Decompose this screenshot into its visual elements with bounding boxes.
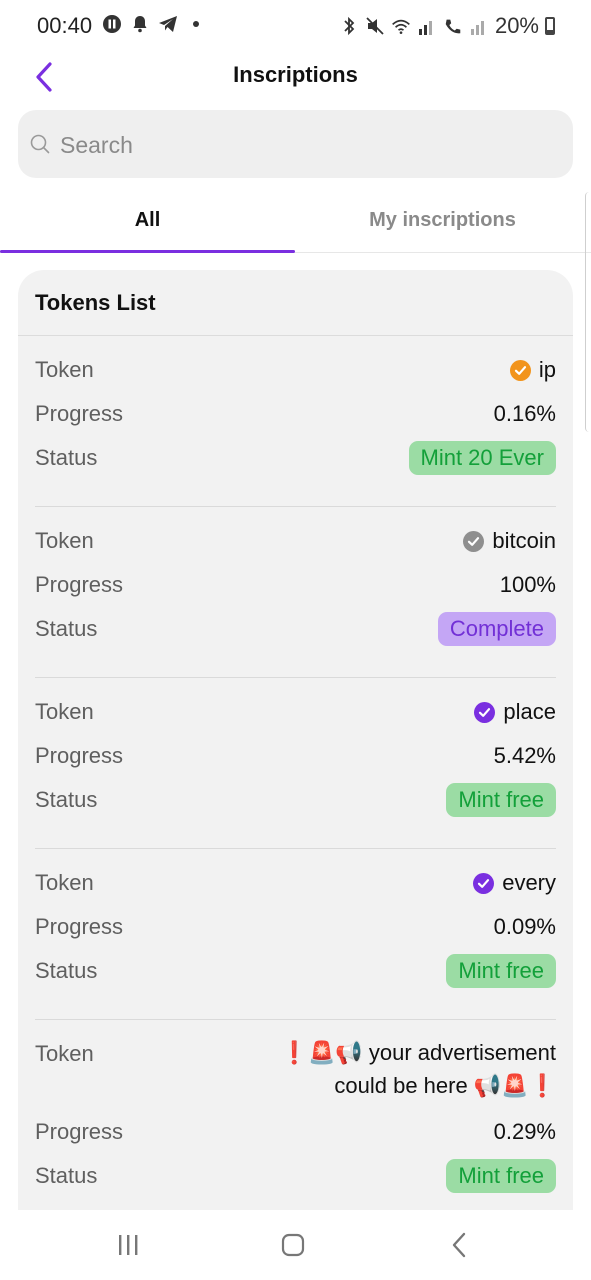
- progress-label: Progress: [35, 914, 124, 939]
- telegram-icon: [158, 14, 178, 34]
- token-label: Token: [35, 357, 94, 382]
- status-left-icons: [102, 14, 206, 34]
- token-name-text: ip: [538, 357, 556, 382]
- token-name-text: every: [502, 870, 556, 895]
- token-item[interactable]: Token ip Progress 0.16% Status Mint 20 E…: [35, 336, 556, 507]
- wifi-calling-icon: [443, 16, 463, 36]
- notification-bell-icon: [130, 14, 150, 34]
- status-badge: Mint free: [446, 954, 556, 988]
- token-item[interactable]: Token place Progress 5.42% Status Mint f…: [35, 678, 556, 849]
- search-icon: [30, 134, 50, 154]
- progress-value: 0.09%: [493, 914, 556, 939]
- status-time: 00:40: [37, 13, 93, 38]
- token-name-text: ❗🚨📢 your advertisement could be here 📢🚨❗: [280, 1040, 556, 1098]
- recent-apps-icon: [119, 1235, 138, 1255]
- tab-bar: All My inscriptions: [0, 192, 591, 253]
- app-bar: Inscriptions: [0, 52, 591, 100]
- status-label: Status: [35, 445, 98, 470]
- token-item[interactable]: Token bitcoin Progress 100% Status Compl…: [35, 507, 556, 678]
- progress-value: 5.42%: [493, 743, 556, 768]
- progress-value: 0.29%: [493, 1119, 556, 1144]
- tokens-list-title: Tokens List: [35, 290, 156, 315]
- status-bar: 00:40 20%: [0, 0, 591, 52]
- token-label: Token: [35, 528, 94, 553]
- progress-label: Progress: [35, 743, 124, 768]
- signal-2-icon: [469, 16, 489, 36]
- status-label: Status: [35, 1163, 98, 1188]
- token-label: Token: [35, 870, 94, 895]
- system-back-button[interactable]: [430, 1230, 490, 1260]
- purple-check-icon: [473, 872, 495, 894]
- gray-check-icon: [463, 530, 485, 552]
- search-bar[interactable]: [18, 110, 573, 180]
- mute-icon: [365, 16, 385, 36]
- tab-all[interactable]: All: [0, 192, 295, 252]
- tab-my-inscriptions[interactable]: My inscriptions: [295, 192, 590, 252]
- token-name: ip: [509, 352, 556, 388]
- status-badge: Mint free: [446, 783, 556, 817]
- token-name: bitcoin: [463, 523, 556, 559]
- recent-apps-button[interactable]: [98, 1230, 158, 1260]
- token-label: Token: [35, 699, 94, 724]
- side-edge-handle[interactable]: [585, 192, 591, 432]
- home-icon: [281, 1233, 305, 1257]
- status-label: Status: [35, 616, 98, 641]
- bluetooth-icon: [339, 16, 359, 36]
- progress-label: Progress: [35, 1119, 124, 1144]
- back-arrow-icon: [452, 1232, 466, 1258]
- purple-check-icon: [474, 701, 496, 723]
- progress-label: Progress: [35, 572, 124, 597]
- token-item[interactable]: Token every Progress 0.09% Status Mint f…: [35, 849, 556, 1020]
- token-name-text: place: [503, 699, 556, 724]
- active-tab-indicator: [0, 250, 295, 253]
- progress-label: Progress: [35, 401, 124, 426]
- token-name: every: [473, 865, 556, 901]
- status-badge: Complete: [437, 612, 556, 646]
- progress-value: 100%: [499, 572, 556, 597]
- signal-icon: [417, 16, 437, 36]
- search-input[interactable]: [58, 110, 562, 180]
- battery-icon: [545, 17, 555, 35]
- status-badge: Mint free: [446, 1159, 556, 1193]
- status-label: Status: [35, 958, 98, 983]
- media-pause-icon: [102, 14, 122, 34]
- battery-percent: 20%: [494, 13, 539, 38]
- wifi-icon: [391, 16, 411, 36]
- tokens-list-card: Tokens List Token ip Progress 0.16% Stat…: [18, 270, 573, 1210]
- page-title: Inscriptions: [233, 62, 358, 87]
- status-badge: Mint 20 Ever: [408, 441, 556, 475]
- token-name: place: [474, 694, 556, 730]
- orange-check-icon: [509, 359, 531, 381]
- system-nav-bar: [0, 1210, 591, 1280]
- more-dot-icon: [186, 14, 206, 34]
- token-label: Token: [35, 1041, 94, 1066]
- tokens-list: Token ip Progress 0.16% Status Mint 20 E…: [35, 336, 556, 1210]
- status-right-icons: 20%: [339, 13, 555, 39]
- home-button[interactable]: [263, 1230, 323, 1260]
- status-label: Status: [35, 787, 98, 812]
- token-item[interactable]: Token ❗🚨📢 your advertisement could be he…: [35, 1020, 556, 1210]
- token-name-text: bitcoin: [492, 528, 556, 553]
- progress-value: 0.16%: [493, 401, 556, 426]
